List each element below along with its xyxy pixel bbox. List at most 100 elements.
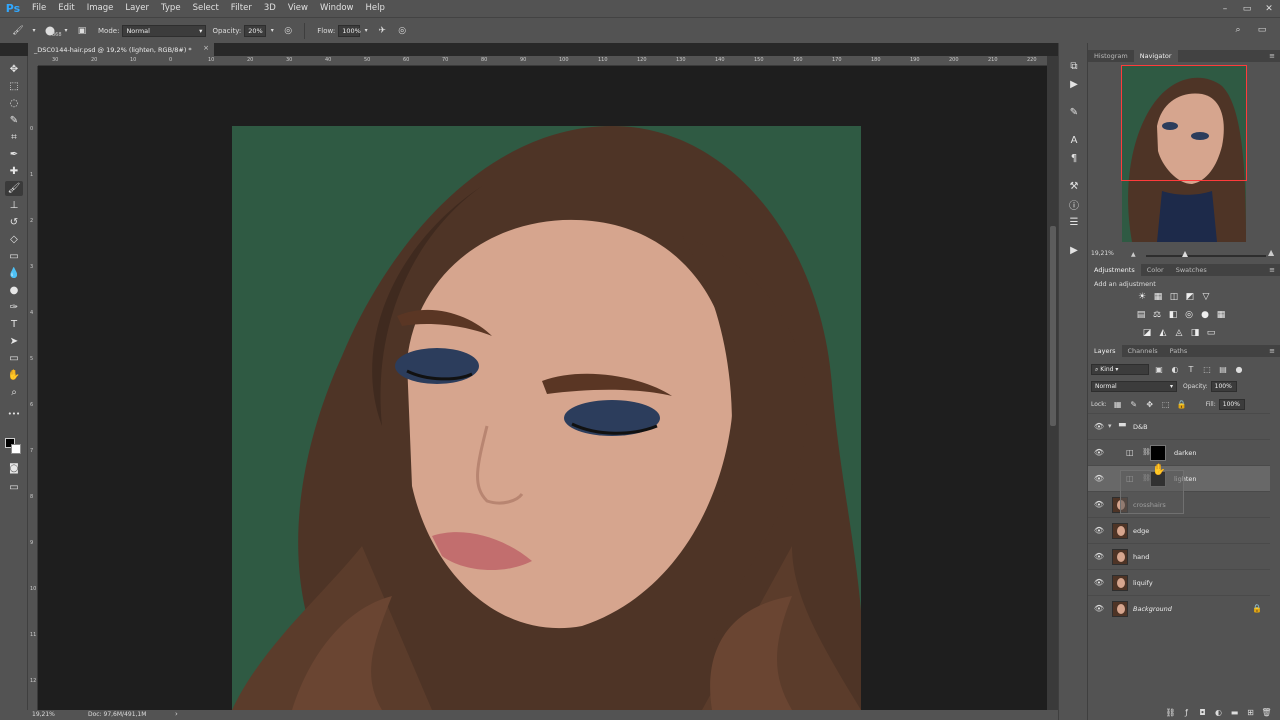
flow-input[interactable]: 100% <box>338 24 361 37</box>
paragraph-panel-icon[interactable]: ¶ <box>1067 151 1081 165</box>
menu-3d[interactable]: 3D <box>258 0 282 17</box>
visibility-eye-icon[interactable]: 👁 <box>1094 473 1104 483</box>
properties-panel-icon[interactable]: ☰ <box>1067 215 1081 229</box>
blur-tool-icon[interactable]: 💧 <box>5 266 23 281</box>
more-tools-icon[interactable]: ••• <box>5 406 23 421</box>
document-tab[interactable]: _DSC0144-hair.psd @ 19,2% (lighten, RGB/… <box>28 43 214 56</box>
crop-tool-icon[interactable]: ⌗ <box>5 130 23 145</box>
visibility-eye-icon[interactable]: 👁 <box>1094 499 1104 509</box>
exposure-icon[interactable]: ◩ <box>1184 290 1197 303</box>
add-mask-icon[interactable]: ◘ <box>1197 707 1208 718</box>
filter-smart-object-icon[interactable]: ▤ <box>1217 364 1229 376</box>
visibility-eye-icon[interactable]: 👁 <box>1094 551 1104 561</box>
navigator-view-box[interactable] <box>1121 65 1247 181</box>
posterize-icon[interactable]: ◭ <box>1157 326 1170 339</box>
lock-pixels-icon[interactable]: ✎ <box>1128 399 1140 411</box>
brush-tool-icon[interactable]: 🖌 <box>5 181 23 196</box>
panel-menu-icon[interactable]: ≡ <box>1269 50 1275 62</box>
status-menu-arrow[interactable]: › <box>175 710 178 718</box>
chevron-down-icon[interactable]: ▾ <box>269 24 275 38</box>
path-selection-tool-icon[interactable]: ➤ <box>5 334 23 349</box>
filter-type-icon[interactable]: T <box>1185 364 1197 376</box>
zoom-out-icon[interactable]: ▲ <box>1131 251 1136 258</box>
history-panel-icon[interactable]: ⧉ <box>1067 59 1081 73</box>
close-icon[interactable]: × <box>203 44 209 52</box>
hue-saturation-icon[interactable]: ▤ <box>1135 308 1148 321</box>
delete-layer-icon[interactable]: 🗑 <box>1261 707 1272 718</box>
brush-tool-preset-icon[interactable]: 🖌 <box>11 24 25 38</box>
layer-opacity-input[interactable]: 100% <box>1210 381 1237 392</box>
tab-paths[interactable]: Paths <box>1164 345 1194 357</box>
vertical-scrollbar-thumb[interactable] <box>1050 226 1056 426</box>
screen-mode-icon[interactable]: ▭ <box>5 480 23 495</box>
layer-thumbnail[interactable] <box>1112 549 1128 565</box>
pen-tool-icon[interactable]: ✑ <box>5 300 23 315</box>
workspace-icon[interactable]: ▭ <box>1255 23 1269 37</box>
tab-layers[interactable]: Layers <box>1088 345 1122 357</box>
layer-style-icon[interactable]: ƒ <box>1181 707 1192 718</box>
layer-thumbnail[interactable] <box>1112 575 1128 591</box>
layer-row-liquify[interactable]: 👁 liquify <box>1088 569 1270 595</box>
layer-fill-input[interactable]: 100% <box>1218 399 1245 410</box>
filter-shape-icon[interactable]: ⬚ <box>1201 364 1213 376</box>
new-group-icon[interactable]: ▬ <box>1229 707 1240 718</box>
filter-pixel-icon[interactable]: ▣ <box>1153 364 1165 376</box>
color-lookup-icon[interactable]: ▦ <box>1215 308 1228 321</box>
tab-color[interactable]: Color <box>1141 264 1170 276</box>
navigator-zoom-slider[interactable] <box>1146 255 1266 257</box>
lock-position-icon[interactable]: ✥ <box>1144 399 1156 411</box>
tab-adjustments[interactable]: Adjustments <box>1088 264 1141 276</box>
pressure-opacity-icon[interactable]: ◎ <box>281 24 295 38</box>
visibility-eye-icon[interactable]: 👁 <box>1094 525 1104 535</box>
menu-layer[interactable]: Layer <box>119 0 155 17</box>
photo-filter-icon[interactable]: ◎ <box>1183 308 1196 321</box>
navigator-zoom-slider-handle[interactable] <box>1182 251 1188 257</box>
opacity-input[interactable]: 20% <box>244 24 267 37</box>
invert-icon[interactable]: ◪ <box>1141 326 1154 339</box>
new-layer-icon[interactable]: ⊞ <box>1245 707 1256 718</box>
healing-brush-tool-icon[interactable]: ✚ <box>5 164 23 179</box>
tab-channels[interactable]: Channels <box>1122 345 1164 357</box>
eyedropper-tool-icon[interactable]: ✒ <box>5 147 23 162</box>
gradient-map-icon[interactable]: ▭ <box>1205 326 1218 339</box>
pressure-size-icon[interactable]: ◎ <box>395 24 409 38</box>
eraser-tool-icon[interactable]: ◇ <box>5 232 23 247</box>
tool-presets-icon[interactable]: ⚒ <box>1067 179 1081 193</box>
blend-mode-select[interactable]: Normal ▾ <box>1091 381 1177 392</box>
menu-type[interactable]: Type <box>155 0 187 17</box>
layer-row-group[interactable]: 👁 ▾ ▬ D&B <box>1088 413 1270 439</box>
layer-thumbnail[interactable] <box>1112 601 1128 617</box>
canvas-area[interactable] <box>38 66 1047 710</box>
lock-all-icon[interactable]: 🔒 <box>1176 399 1188 411</box>
mode-select[interactable]: Normal ▾ <box>122 24 207 37</box>
tab-histogram[interactable]: Histogram <box>1088 50 1134 62</box>
tab-swatches[interactable]: Swatches <box>1170 264 1213 276</box>
selective-color-icon[interactable]: ◨ <box>1189 326 1202 339</box>
chevron-down-icon[interactable]: ▾ <box>363 24 369 38</box>
info-panel-icon[interactable]: ⓘ <box>1067 197 1081 212</box>
lock-transparent-icon[interactable]: ▦ <box>1112 399 1124 411</box>
menu-file[interactable]: File <box>26 0 52 17</box>
brush-panel-icon[interactable]: ✎ <box>1067 105 1081 119</box>
threshold-icon[interactable]: ◬ <box>1173 326 1186 339</box>
menu-window[interactable]: Window <box>314 0 360 17</box>
history-brush-tool-icon[interactable]: ↺ <box>5 215 23 230</box>
menu-select[interactable]: Select <box>187 0 225 17</box>
quick-mask-icon[interactable]: ◙ <box>5 461 23 476</box>
menu-image[interactable]: Image <box>81 0 120 17</box>
brightness-contrast-icon[interactable]: ☀ <box>1136 290 1149 303</box>
background-color-swatch[interactable] <box>11 444 21 454</box>
actions-panel-icon[interactable]: ▶ <box>1067 77 1081 91</box>
chevron-down-icon[interactable]: ▾ <box>31 24 37 38</box>
visibility-eye-icon[interactable]: 👁 <box>1094 447 1104 457</box>
layer-row-darken[interactable]: 👁 ◫ ⛓ darken <box>1088 439 1270 465</box>
layer-mask-thumbnail[interactable] <box>1150 445 1166 461</box>
menu-edit[interactable]: Edit <box>52 0 80 17</box>
black-white-icon[interactable]: ◧ <box>1167 308 1180 321</box>
panel-menu-icon[interactable]: ≡ <box>1269 264 1275 276</box>
color-balance-icon[interactable]: ⚖ <box>1151 308 1164 321</box>
chevron-down-icon[interactable]: ▾ <box>63 24 69 38</box>
status-zoom[interactable]: 19,21% <box>32 711 55 718</box>
layer-row-hand[interactable]: 👁 hand <box>1088 543 1270 569</box>
close-button[interactable]: ✕ <box>1258 0 1280 17</box>
